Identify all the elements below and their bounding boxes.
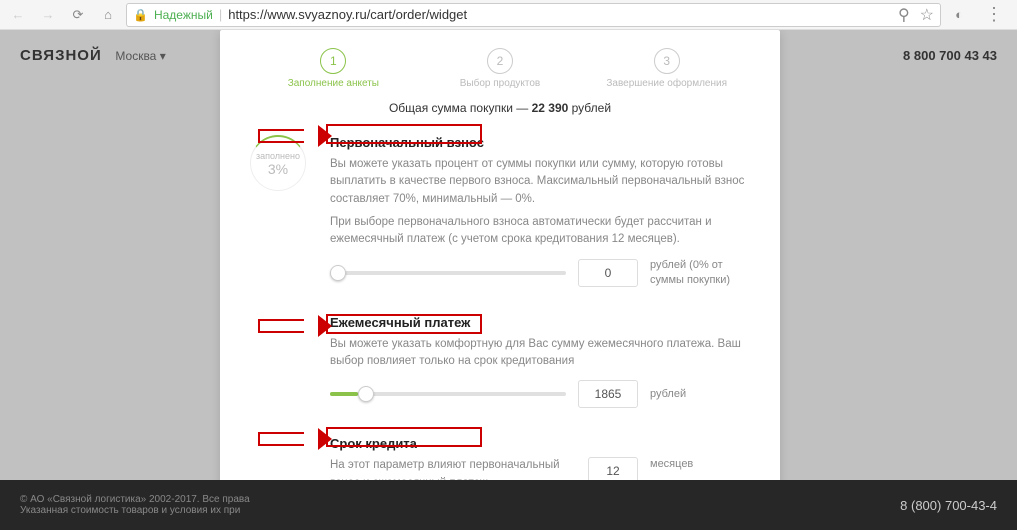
slider-thumb[interactable] — [358, 386, 374, 402]
menu-button[interactable]: ⋮ — [977, 4, 1011, 25]
address-bar[interactable]: 🔒 Надежный | https://www.svyaznoy.ru/car… — [126, 3, 941, 27]
downpayment-title: Первоначальный взнос — [330, 135, 750, 150]
downpayment-slider[interactable] — [330, 271, 566, 275]
chevron-down-icon: ▾ — [160, 49, 166, 63]
step-3[interactable]: 3 Завершение оформления — [583, 48, 750, 89]
search-icon[interactable]: ⚲ — [898, 5, 910, 25]
progress-badge: заполнено 3% — [250, 135, 306, 191]
footer-copyright: © АО «Связной логистика» 2002-2017. Все … — [20, 494, 250, 505]
home-button[interactable]: ⌂ — [96, 3, 120, 27]
page-background: СВЯЗНОЙ Москва ▾ 8 800 700 43 43 1 Запол… — [0, 30, 1017, 530]
monthly-unit: рублей — [650, 387, 750, 401]
extension-icon[interactable]: ◐ — [947, 3, 971, 27]
forward-button[interactable]: → — [36, 3, 60, 27]
slider-thumb[interactable] — [330, 265, 346, 281]
checkout-modal: 1 Заполнение анкеты 2 Выбор продуктов 3 … — [220, 30, 780, 512]
city-selector[interactable]: Москва ▾ — [115, 49, 165, 63]
step-2[interactable]: 2 Выбор продуктов — [417, 48, 584, 89]
lock-icon: 🔒 — [133, 8, 148, 22]
site-footer: © АО «Связной логистика» 2002-2017. Все … — [0, 480, 1017, 530]
downpayment-desc1: Вы можете указать процент от суммы покуп… — [330, 156, 750, 208]
header-phone: 8 800 700 43 43 — [903, 48, 997, 63]
step-1[interactable]: 1 Заполнение анкеты — [250, 48, 417, 89]
monthly-slider[interactable] — [330, 392, 566, 396]
term-unit: месяцев — [650, 457, 750, 471]
secure-label: Надежный — [154, 8, 213, 22]
reload-button[interactable]: ⟳ — [66, 3, 90, 27]
footer-phone: 8 (800) 700-43-4 — [900, 498, 997, 513]
bookmark-star-icon[interactable]: ☆ — [920, 5, 934, 25]
monthly-title: Ежемесячный платеж — [330, 315, 750, 330]
downpayment-desc2: При выборе первоначального взноса автома… — [330, 214, 750, 249]
total-line: Общая сумма покупки — 22 390 рублей — [250, 101, 750, 115]
term-title: Срок кредита — [330, 436, 750, 451]
monthly-input[interactable] — [578, 380, 638, 408]
logo[interactable]: СВЯЗНОЙ — [20, 47, 102, 64]
url-text: https://www.svyaznoy.ru/cart/order/widge… — [228, 7, 892, 22]
stepper: 1 Заполнение анкеты 2 Выбор продуктов 3 … — [250, 48, 750, 89]
back-button[interactable]: ← — [6, 3, 30, 27]
monthly-desc: Вы можете указать комфортную для Вас сум… — [330, 336, 750, 371]
downpayment-unit: рублей (0% от суммы покупки) — [650, 258, 750, 287]
downpayment-input[interactable] — [578, 259, 638, 287]
footer-note: Указанная стоимость товаров и условия их… — [20, 505, 250, 516]
browser-toolbar: ← → ⟳ ⌂ 🔒 Надежный | https://www.svyazno… — [0, 0, 1017, 30]
